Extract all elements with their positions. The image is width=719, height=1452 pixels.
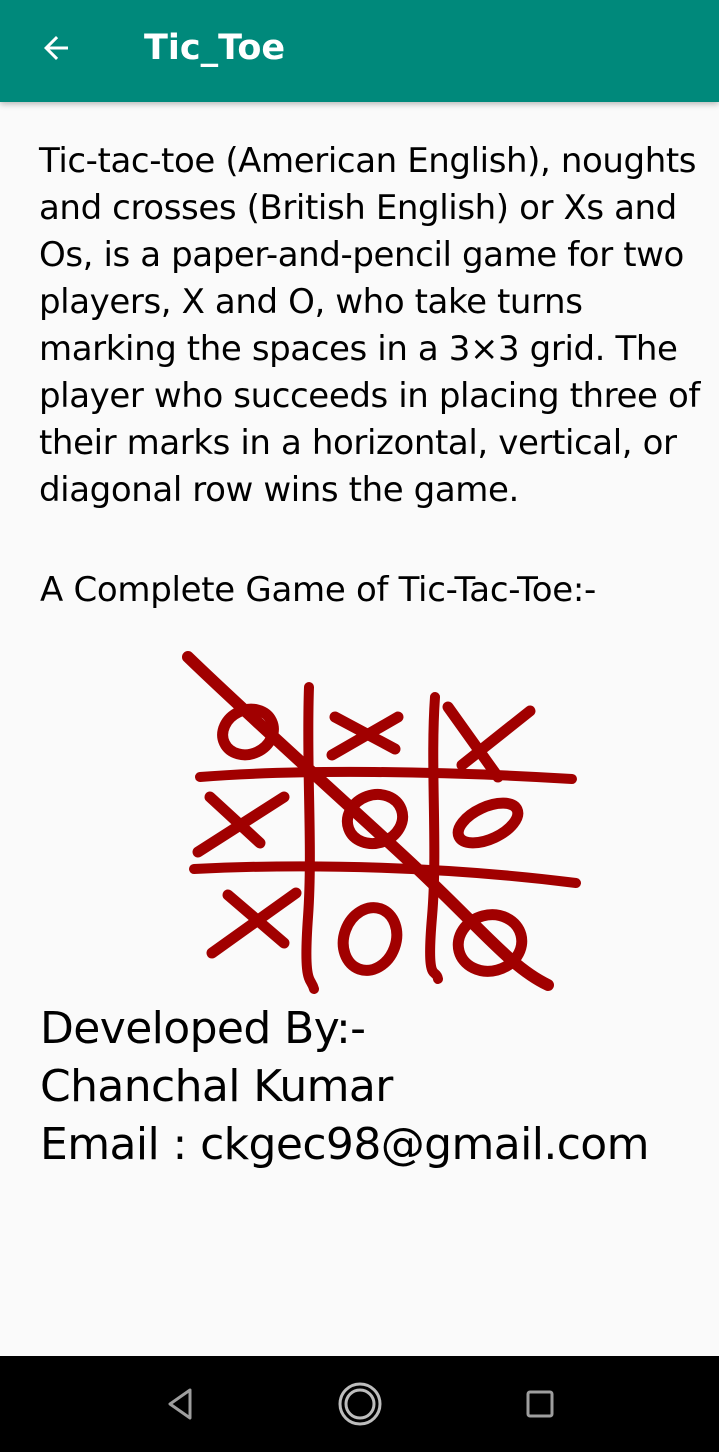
credits-heading: Developed By:- [40,1003,366,1054]
developer-name: Chanchal Kumar [40,1061,393,1112]
home-circle-icon [338,1382,382,1426]
app-title: Tic_Toe [144,28,286,68]
developer-email: Email : ckgec98@gmail.com [40,1119,649,1170]
system-navigation-bar [0,1356,719,1452]
developer-credits: Developed By:- Chanchal Kumar Email : ck… [40,1000,649,1174]
game-subtitle: A Complete Game of Tic-Tac-Toe:- [40,570,596,610]
grid-horizontal-top-line [195,766,577,784]
nav-back-button[interactable] [150,1376,210,1432]
mark-o-bottom-middle [337,902,403,976]
nav-home-button[interactable] [330,1376,390,1432]
main-content: Tic-tac-toe (American English), noughts … [0,102,719,1356]
app-screen: Tic_Toe Tic-tac-toe (American English), … [0,0,719,1452]
grid-horizontal-bottom-line [189,861,581,888]
tic-tac-toe-game-image [182,651,581,994]
recents-square-icon [526,1390,554,1418]
arrow-back-icon [44,36,68,60]
nav-recents-button[interactable] [510,1376,570,1432]
back-button[interactable] [22,22,90,74]
game-description: Tic-tac-toe (American English), noughts … [39,141,700,510]
grid-vertical-right-line [425,692,443,984]
mark-o-center [341,788,409,850]
mark-o-middle-right [452,797,524,849]
back-triangle-icon [168,1388,192,1420]
grid-vertical-left-line [301,682,319,994]
app-bar: Tic_Toe [0,0,719,102]
